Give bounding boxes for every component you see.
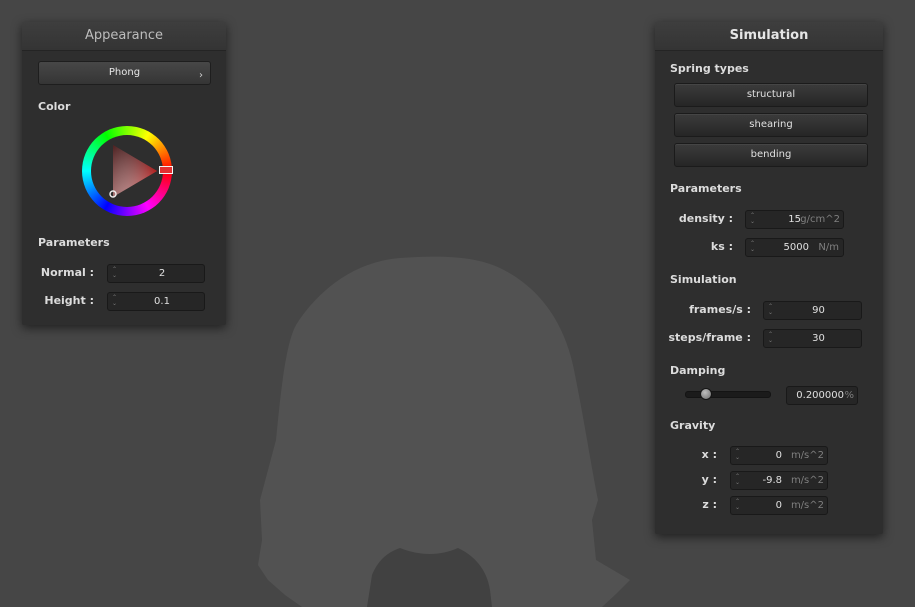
gravity-x-unit: m/s^2 — [790, 450, 824, 461]
spinner-icon[interactable]: ⌃ ⌄ — [767, 304, 774, 317]
damping-slider[interactable] — [685, 391, 771, 398]
steps-per-frame-input[interactable]: ⌃ ⌄ 30 — [763, 329, 862, 348]
frames-per-second-input[interactable]: ⌃ ⌄ 90 — [763, 301, 862, 320]
gravity-y-label: y : — [701, 473, 717, 486]
gravity-z-value: 0 — [775, 500, 782, 511]
gravity-x-label: x : — [701, 448, 717, 461]
damping-section-label: Damping — [670, 364, 726, 377]
bending-button[interactable]: bending — [674, 143, 868, 167]
appearance-panel: Appearance Phong › Color Parameters Norm… — [22, 22, 226, 325]
density-value: 15 — [788, 214, 801, 225]
structural-button[interactable]: structural — [674, 83, 868, 107]
density-unit: g/cm^2 — [800, 214, 840, 225]
gravity-z-label: z : — [702, 498, 717, 511]
spinner-icon[interactable]: ⌃ ⌄ — [111, 267, 118, 280]
color-section-label: Color — [38, 100, 71, 113]
shader-select-value: Phong — [108, 67, 141, 78]
spinner-icon[interactable]: ⌃ ⌄ — [749, 213, 756, 226]
spinner-icon[interactable]: ⌃ ⌄ — [111, 295, 118, 308]
parameters-section-label: Parameters — [670, 182, 742, 195]
ks-input[interactable]: ⌃ ⌄ 5000 N/m — [745, 238, 844, 257]
ks-value: 5000 — [783, 242, 809, 253]
frames-per-second-value: 90 — [812, 305, 825, 316]
spinner-icon[interactable]: ⌃ ⌄ — [734, 474, 741, 487]
damping-input[interactable]: 0.200000 % — [786, 386, 858, 405]
damping-value: 0.200000 — [796, 390, 844, 401]
hue-selector[interactable] — [159, 166, 173, 174]
gravity-x-input[interactable]: ⌃ ⌄ 0 m/s^2 — [730, 446, 828, 465]
damping-unit: % — [844, 390, 854, 401]
spinner-icon[interactable]: ⌃ ⌄ — [734, 499, 741, 512]
color-wheel[interactable] — [82, 126, 173, 216]
gravity-z-unit: m/s^2 — [790, 500, 824, 511]
damping-slider-handle[interactable] — [699, 388, 712, 400]
simulation-panel: Simulation Spring types structural shear… — [655, 22, 883, 534]
shearing-button[interactable]: shearing — [674, 113, 868, 137]
spinner-icon[interactable]: ⌃ ⌄ — [749, 241, 756, 254]
ks-label: ks : — [710, 240, 733, 253]
frames-per-second-label: frames/s : — [689, 303, 751, 316]
height-value: 0.1 — [154, 296, 170, 307]
height-label: Height : — [44, 294, 94, 307]
spinner-icon[interactable]: ⌃ ⌄ — [767, 332, 774, 345]
gravity-y-unit: m/s^2 — [790, 475, 824, 486]
density-input[interactable]: ⌃ ⌄ 15 g/cm^2 — [745, 210, 844, 229]
normal-value: 2 — [158, 268, 166, 279]
gravity-x-value: 0 — [775, 450, 782, 461]
normal-label: Normal : — [40, 266, 94, 279]
shader-select[interactable]: Phong › — [38, 61, 211, 85]
ks-unit: N/m — [818, 242, 839, 253]
spinner-icon[interactable]: ⌃ ⌄ — [734, 449, 741, 462]
appearance-panel-title[interactable]: Appearance — [22, 22, 226, 51]
simulation-section-label: Simulation — [670, 273, 737, 286]
steps-per-frame-label: steps/frame : — [668, 331, 752, 344]
density-label: density : — [678, 212, 733, 225]
simulation-panel-title[interactable]: Simulation — [655, 22, 883, 51]
gravity-y-input[interactable]: ⌃ ⌄ -9.8 m/s^2 — [730, 471, 828, 490]
gravity-y-value: -9.8 — [762, 475, 782, 486]
height-input[interactable]: ⌃ ⌄ 0.1 — [107, 292, 205, 311]
chevron-right-icon: › — [199, 70, 203, 81]
steps-per-frame-value: 30 — [812, 333, 825, 344]
spring-types-label: Spring types — [670, 62, 749, 75]
gravity-section-label: Gravity — [670, 419, 716, 432]
parameters-section-label: Parameters — [38, 236, 110, 249]
gravity-z-input[interactable]: ⌃ ⌄ 0 m/s^2 — [730, 496, 828, 515]
normal-input[interactable]: ⌃ ⌄ 2 — [107, 264, 205, 283]
